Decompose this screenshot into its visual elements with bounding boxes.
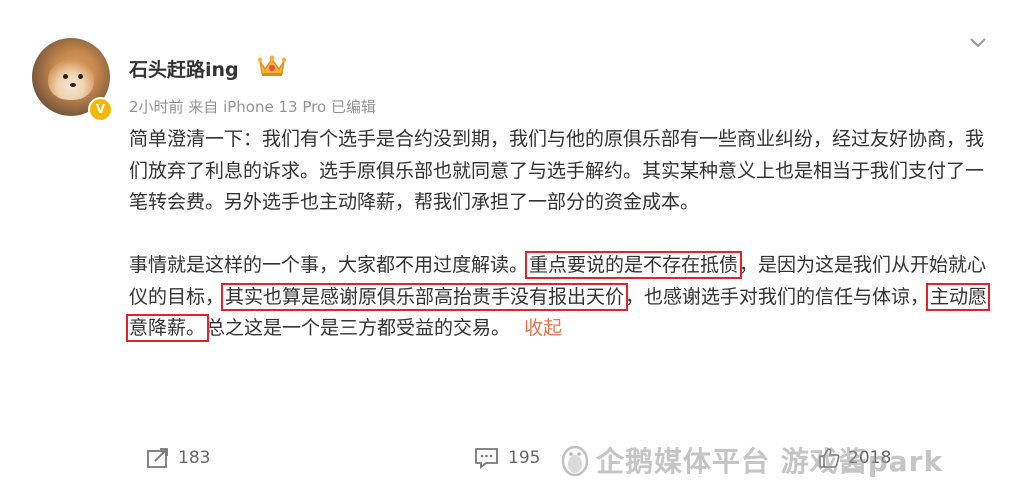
repost-count: 183 [178,448,211,468]
avatar-dog-face [48,60,94,100]
username[interactable]: 石头赶路ing [129,55,239,82]
penguin-logo-icon [561,445,589,477]
highlight-box: 重点要说的是不存在抵债 [525,251,743,279]
crown-badge-icon[interactable] [257,54,287,78]
comment-count: 195 [508,448,541,468]
repost-button[interactable]: 183 [146,440,210,476]
watermark: 企鹅媒体平台 游戏酱park [560,440,943,480]
text-segment: 总之这是一个是三方都受益的交易。 [206,317,511,339]
paragraph-1: 简单澄清一下：我们有个选手是合约没到期，我们与他的原俱乐部有一些商业纠纷，经过友… [129,128,985,213]
watermark-text: 企鹅媒体平台 游戏酱park [596,445,944,478]
text-segment: ，也感谢选手对我们的信任与体谅， [625,285,930,308]
paragraph-2: 事情就是这样的一个事，大家都不用过度解读。重点要说的是不存在抵债，是因为这是我们… [125,250,999,345]
collapse-link[interactable]: 收起 [524,317,562,339]
comment-icon [475,448,498,469]
chevron-down-icon[interactable] [968,36,988,50]
text-segment: 事情就是这样的一个事，大家都不用过度解读。 [129,254,529,276]
comment-button[interactable]: 195 [474,440,540,476]
highlight-box: 其实也算是感谢原俱乐部高抬贵手没有报出天价 [221,282,629,311]
post-meta: 2小时前 来自 iPhone 13 Pro 已编辑 [129,98,376,116]
weibo-post-card: V 石头赶路ing 2小时前 来自 iPhone 13 Pro 已编辑 简单澄清… [0,0,1020,496]
post-content: 简单澄清一下：我们有个选手是合约没到期，我们与他的原俱乐部有一些商业纠纷，经过友… [125,124,999,345]
repost-icon [147,448,168,468]
verified-badge-icon: V [88,97,113,122]
